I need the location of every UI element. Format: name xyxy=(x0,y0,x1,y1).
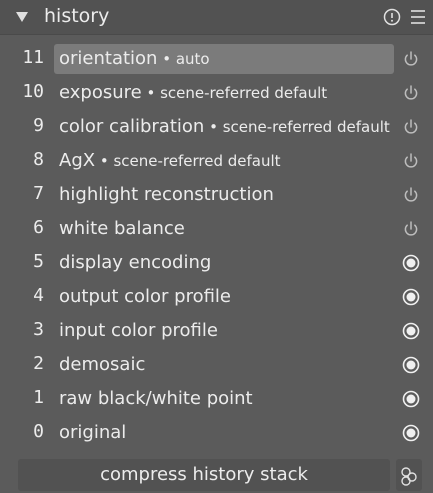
history-item-label-box[interactable]: original xyxy=(54,418,394,448)
history-item-label-box[interactable]: white balance xyxy=(54,214,394,244)
history-item-label: AgX • scene-referred default xyxy=(59,150,281,172)
history-item-preset: • scene-referred default xyxy=(95,152,281,170)
history-item-number: 1 xyxy=(33,387,44,408)
history-item-module: input color profile xyxy=(59,320,218,341)
history-item-label-box[interactable]: exposure • scene-referred default xyxy=(54,78,394,108)
history-panel: history 11 orientation • auto 10 exposure •… xyxy=(0,0,433,493)
history-item-label-box[interactable]: demosaic xyxy=(54,350,394,380)
history-item-label: orientation • auto xyxy=(59,48,210,70)
history-item-label: original xyxy=(59,422,126,444)
module-enabled-icon xyxy=(402,356,420,374)
history-item-label-box[interactable]: raw black/white point xyxy=(54,384,394,414)
power-icon xyxy=(404,187,418,202)
history-item-label-box[interactable]: input color profile xyxy=(54,316,394,346)
history-item-number: 11 xyxy=(22,47,44,68)
history-item-module: output color profile xyxy=(59,286,231,307)
history-item-number: 6 xyxy=(33,217,44,238)
power-icon xyxy=(404,85,418,100)
history-item-number: 10 xyxy=(22,81,44,102)
history-item[interactable]: 6 white balance xyxy=(0,212,433,246)
history-item-label-box[interactable]: AgX • scene-referred default xyxy=(54,146,394,176)
history-item-module: orientation xyxy=(59,48,158,69)
history-item-number: 2 xyxy=(33,353,44,374)
menu-icon[interactable] xyxy=(408,7,428,27)
history-item-label: demosaic xyxy=(59,354,145,376)
history-item-preset: • scene-referred default xyxy=(141,84,328,102)
module-enabled-icon xyxy=(402,390,420,408)
power-icon xyxy=(404,51,418,66)
history-item-number: 8 xyxy=(33,149,44,170)
history-item-number: 9 xyxy=(33,115,44,136)
power-icon xyxy=(404,153,418,168)
history-item[interactable]: 1 raw black/white point xyxy=(0,382,433,416)
module-enabled-icon xyxy=(402,288,420,306)
history-item-module: display encoding xyxy=(59,252,212,273)
history-item-preset: • scene-referred default xyxy=(204,118,390,136)
history-item-module: demosaic xyxy=(59,354,146,375)
power-icon xyxy=(404,221,418,236)
history-item-label: raw black/white point xyxy=(59,388,253,410)
history-item-module: highlight reconstruction xyxy=(59,184,274,205)
history-item-module: raw black/white point xyxy=(59,388,253,409)
history-item-preset: • auto xyxy=(157,50,210,68)
history-item-module: white balance xyxy=(59,218,185,239)
history-item-label: color calibration • scene-referred defau… xyxy=(59,116,390,138)
history-item[interactable]: 10 exposure • scene-referred default xyxy=(0,76,433,110)
info-icon[interactable] xyxy=(382,7,402,27)
history-item-label: input color profile xyxy=(59,320,218,342)
history-item-label-box[interactable]: display encoding xyxy=(54,248,394,278)
module-enabled-icon xyxy=(402,254,420,272)
power-icon xyxy=(404,119,418,134)
history-item-number: 4 xyxy=(33,285,44,306)
history-item[interactable]: 3 input color profile xyxy=(0,314,433,348)
history-item-label: highlight reconstruction xyxy=(59,184,274,206)
history-item-label: output color profile xyxy=(59,286,231,308)
history-item-module: color calibration xyxy=(59,116,205,137)
history-item-module: original xyxy=(59,422,127,443)
history-item-number: 0 xyxy=(33,421,44,442)
history-item-number: 3 xyxy=(33,319,44,340)
collapse-arrow-icon[interactable] xyxy=(13,8,31,26)
history-item-label-box[interactable]: color calibration • scene-referred defau… xyxy=(54,112,394,142)
history-item-module: exposure xyxy=(59,82,142,103)
module-enabled-icon xyxy=(402,322,420,340)
history-item-label-box[interactable]: output color profile xyxy=(54,282,394,312)
history-item[interactable]: 5 display encoding xyxy=(0,246,433,280)
history-item-label: display encoding xyxy=(59,252,211,274)
history-item-label-box[interactable]: highlight reconstruction xyxy=(54,180,394,210)
history-item[interactable]: 11 orientation • auto xyxy=(0,42,433,76)
compress-history-button[interactable]: compress history stack xyxy=(18,459,390,491)
snapshot-button[interactable] xyxy=(396,459,422,491)
history-item-label: white balance xyxy=(59,218,185,240)
history-footer: compress history stack xyxy=(0,456,433,493)
history-item[interactable]: 9 color calibration • scene-referred defa… xyxy=(0,110,433,144)
panel-title: history xyxy=(44,5,110,27)
history-item[interactable]: 2 demosaic xyxy=(0,348,433,382)
history-item-label-box[interactable]: orientation • auto xyxy=(54,44,394,74)
module-enabled-icon xyxy=(402,424,420,442)
history-item[interactable]: 0 original xyxy=(0,416,433,450)
history-panel-header[interactable]: history xyxy=(0,0,433,35)
history-item-number: 7 xyxy=(33,183,44,204)
history-item-label: exposure • scene-referred default xyxy=(59,82,327,104)
history-item-module: AgX xyxy=(59,150,96,171)
history-item[interactable]: 4 output color profile xyxy=(0,280,433,314)
history-item[interactable]: 7 highlight reconstruction xyxy=(0,178,433,212)
history-item[interactable]: 8 AgX • scene-referred default xyxy=(0,144,433,178)
history-item-number: 5 xyxy=(33,251,44,272)
snapshot-circles-icon xyxy=(401,467,417,486)
